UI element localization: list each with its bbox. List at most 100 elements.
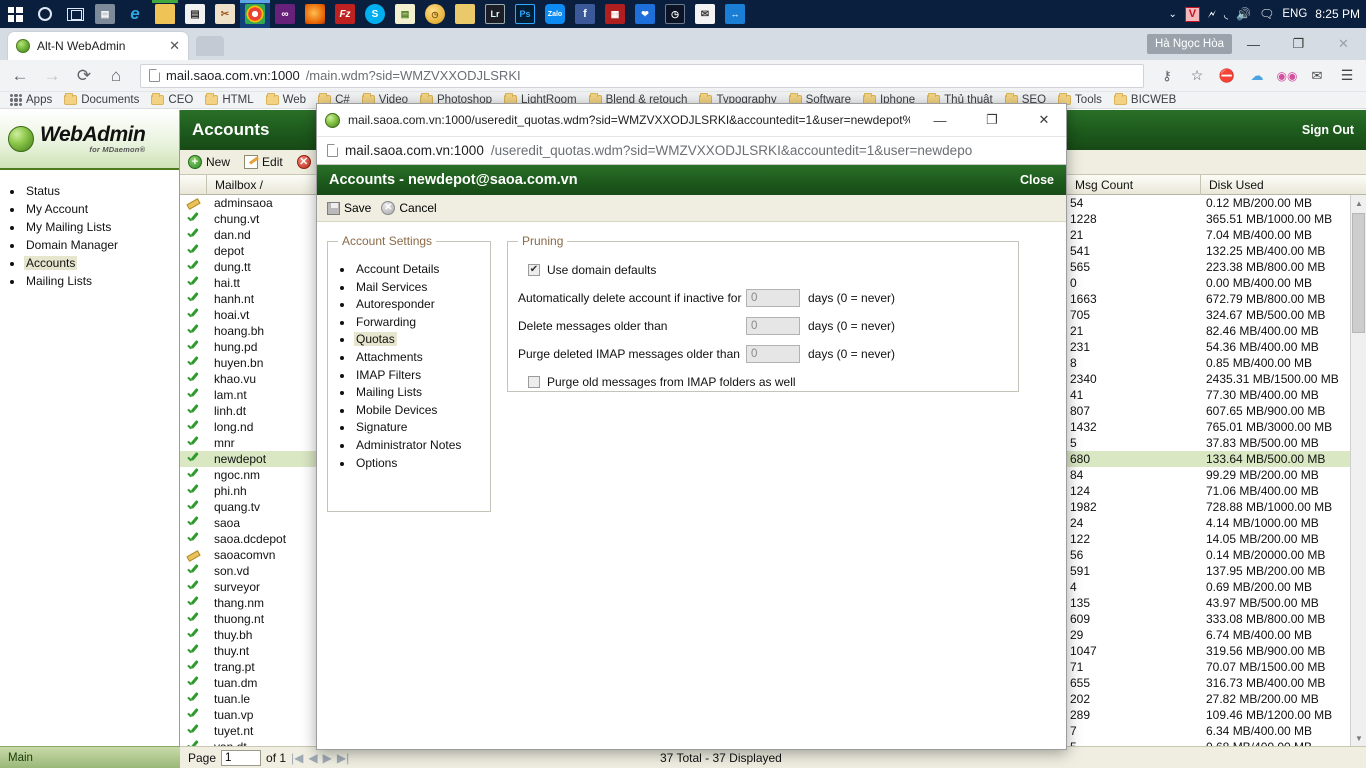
delete-account-button[interactable]: ✕ bbox=[296, 155, 311, 169]
settings-item-administrator-notes[interactable]: Administrator Notes bbox=[354, 438, 480, 452]
taskbar-app-skype[interactable]: S bbox=[360, 0, 390, 28]
taskbar-app-photoshop[interactable]: Ps bbox=[510, 0, 540, 28]
next-page-button[interactable]: ▶ bbox=[323, 751, 332, 765]
taskbar-app-alarm[interactable]: ◷ bbox=[420, 0, 450, 28]
taskbar-app-notepad[interactable]: ▤ bbox=[390, 0, 420, 28]
popup-close-button[interactable]: ✕ bbox=[1022, 104, 1066, 137]
bookmark-bicweb[interactable]: BICWEB bbox=[1108, 92, 1182, 108]
key-icon[interactable]: ⚷ bbox=[1154, 63, 1180, 89]
edit-account-button[interactable]: Edit bbox=[244, 155, 283, 169]
new-tab-button[interactable] bbox=[196, 36, 224, 56]
taskbar-app-lightroom[interactable]: Lr bbox=[480, 0, 510, 28]
reload-button[interactable]: ⟳ bbox=[70, 62, 98, 90]
home-button[interactable]: ⌂ bbox=[102, 62, 130, 90]
taskbar-app-file-explorer[interactable] bbox=[150, 0, 180, 28]
tab-close-icon[interactable]: ✕ bbox=[169, 38, 180, 54]
popup-minimize-button[interactable]: — bbox=[918, 104, 962, 137]
popup-close-link[interactable]: Close bbox=[1020, 173, 1054, 187]
sidebar-item-domain-manager[interactable]: Domain Manager bbox=[24, 238, 179, 252]
settings-item-quotas[interactable]: Quotas bbox=[354, 332, 480, 347]
cloud-icon[interactable]: ☁ bbox=[1244, 63, 1270, 89]
column-header-msg-count[interactable]: Msg Count bbox=[1066, 175, 1200, 195]
window-minimize-button[interactable]: — bbox=[1231, 28, 1276, 60]
scroll-down-arrow-icon[interactable]: ▼ bbox=[1351, 730, 1366, 746]
settings-item-signature[interactable]: Signature bbox=[354, 420, 480, 434]
taskbar-app-mail[interactable]: ✉ bbox=[690, 0, 720, 28]
tray-language[interactable]: ENG bbox=[1282, 8, 1307, 20]
taskbar-app-store[interactable]: ▤ bbox=[180, 0, 210, 28]
taskbar-app-snip[interactable]: ✂ bbox=[210, 0, 240, 28]
purge-imap-older-input[interactable] bbox=[746, 345, 800, 363]
sidebar-item-status[interactable]: Status bbox=[24, 184, 179, 198]
menu-icon[interactable]: ☰ bbox=[1334, 63, 1360, 89]
last-page-button[interactable]: ▶| bbox=[337, 751, 349, 765]
sidebar-item-my-mailing-lists[interactable]: My Mailing Lists bbox=[24, 220, 179, 234]
settings-item-forwarding[interactable]: Forwarding bbox=[354, 315, 480, 329]
settings-item-autoresponder[interactable]: Autoresponder bbox=[354, 297, 480, 311]
settings-item-mailing-lists[interactable]: Mailing Lists bbox=[354, 385, 480, 399]
sidebar-item-my-account[interactable]: My Account bbox=[24, 202, 179, 216]
tray-action-center-icon[interactable]: 🗨 bbox=[1259, 7, 1274, 21]
popup-address-bar[interactable]: mail.saoa.com.vn:1000/useredit_quotas.wd… bbox=[317, 137, 1066, 165]
prev-page-button[interactable]: ◀ bbox=[308, 751, 317, 765]
mail-icon[interactable]: ✉ bbox=[1304, 63, 1330, 89]
settings-item-imap-filters[interactable]: IMAP Filters bbox=[354, 368, 480, 382]
window-maximize-button[interactable]: ❐ bbox=[1276, 28, 1321, 60]
sign-out-button[interactable]: Sign Out bbox=[1302, 123, 1366, 137]
sidebar-item-accounts[interactable]: Accounts bbox=[24, 256, 179, 270]
bookmark-ceo[interactable]: CEO bbox=[145, 92, 199, 108]
tray-wifi-icon[interactable]: ◟ bbox=[1224, 8, 1228, 21]
column-header-disk-used[interactable]: Disk Used bbox=[1200, 175, 1350, 195]
task-view-button[interactable] bbox=[60, 0, 90, 28]
page-number-input[interactable] bbox=[221, 749, 262, 766]
taskbar-app-edge[interactable]: e bbox=[120, 0, 150, 28]
tray-clock[interactable]: 8:25 PM bbox=[1315, 7, 1360, 21]
taskbar-app-teamviewer[interactable]: ↔ bbox=[720, 0, 750, 28]
taskbar-app-red[interactable]: ▦ bbox=[600, 0, 630, 28]
star-icon[interactable]: ☆ bbox=[1184, 63, 1210, 89]
bookmark-html[interactable]: HTML bbox=[199, 92, 259, 108]
window-close-button[interactable]: ✕ bbox=[1321, 28, 1366, 60]
cancel-button[interactable]: ✕ Cancel bbox=[381, 201, 437, 215]
taskbar-app-dropbox[interactable]: ❤ bbox=[630, 0, 660, 28]
taskbar-app-clock[interactable]: ◷ bbox=[660, 0, 690, 28]
taskbar-app-chrome[interactable] bbox=[240, 0, 270, 28]
accounts-scrollbar[interactable]: ▲ ▼ bbox=[1350, 195, 1366, 746]
scrollbar-thumb[interactable] bbox=[1352, 213, 1365, 333]
forward-button[interactable]: → bbox=[38, 62, 66, 90]
save-button[interactable]: Save bbox=[327, 201, 371, 215]
settings-item-attachments[interactable]: Attachments bbox=[354, 350, 480, 364]
use-domain-defaults-checkbox[interactable]: ✔ bbox=[528, 264, 540, 276]
taskbar-app-filezilla[interactable]: Fz bbox=[330, 0, 360, 28]
bookmark-apps[interactable]: Apps bbox=[4, 92, 58, 108]
address-bar[interactable]: mail.saoa.com.vn:1000/main.wdm?sid=WMZVX… bbox=[140, 63, 1144, 88]
taskbar-app-visual-studio[interactable]: ∞ bbox=[270, 0, 300, 28]
settings-item-options[interactable]: Options bbox=[354, 456, 480, 470]
settings-item-mobile-devices[interactable]: Mobile Devices bbox=[354, 403, 480, 417]
new-account-button[interactable]: + New bbox=[188, 155, 230, 169]
bookmark-web[interactable]: Web bbox=[260, 92, 312, 108]
browser-tab[interactable]: Alt-N WebAdmin ✕ bbox=[8, 32, 188, 60]
popup-maximize-button[interactable]: ❐ bbox=[970, 104, 1014, 137]
adblock-icon[interactable]: ⛔ bbox=[1214, 63, 1240, 89]
tray-volume-icon[interactable]: 🔊 bbox=[1236, 7, 1251, 21]
first-page-button[interactable]: |◀ bbox=[291, 751, 303, 765]
delete-messages-older-input[interactable] bbox=[746, 317, 800, 335]
cortana-button[interactable] bbox=[30, 0, 60, 28]
back-button[interactable]: ← bbox=[6, 62, 34, 90]
settings-item-account-details[interactable]: Account Details bbox=[354, 262, 480, 276]
tray-chevron-icon[interactable]: ⌄ bbox=[1169, 9, 1177, 20]
bookmark-documents[interactable]: Documents bbox=[58, 92, 145, 108]
colorpick-icon[interactable]: ◉◉ bbox=[1274, 63, 1300, 89]
purge-old-imap-folders-checkbox[interactable] bbox=[528, 376, 540, 388]
sidebar-item-mailing-lists[interactable]: Mailing Lists bbox=[24, 274, 179, 288]
taskbar-app-facebook[interactable]: f bbox=[570, 0, 600, 28]
scroll-up-arrow-icon[interactable]: ▲ bbox=[1351, 195, 1366, 211]
tray-antivirus-icon[interactable]: V bbox=[1184, 6, 1200, 22]
auto-delete-inactive-input[interactable] bbox=[746, 289, 800, 307]
tray-battery-icon[interactable]: 🗲 bbox=[1208, 7, 1216, 22]
start-button[interactable] bbox=[0, 0, 30, 28]
settings-item-mail-services[interactable]: Mail Services bbox=[354, 280, 480, 294]
taskbar-app-media[interactable]: ▤ bbox=[90, 0, 120, 28]
taskbar-app-firefox[interactable] bbox=[300, 0, 330, 28]
